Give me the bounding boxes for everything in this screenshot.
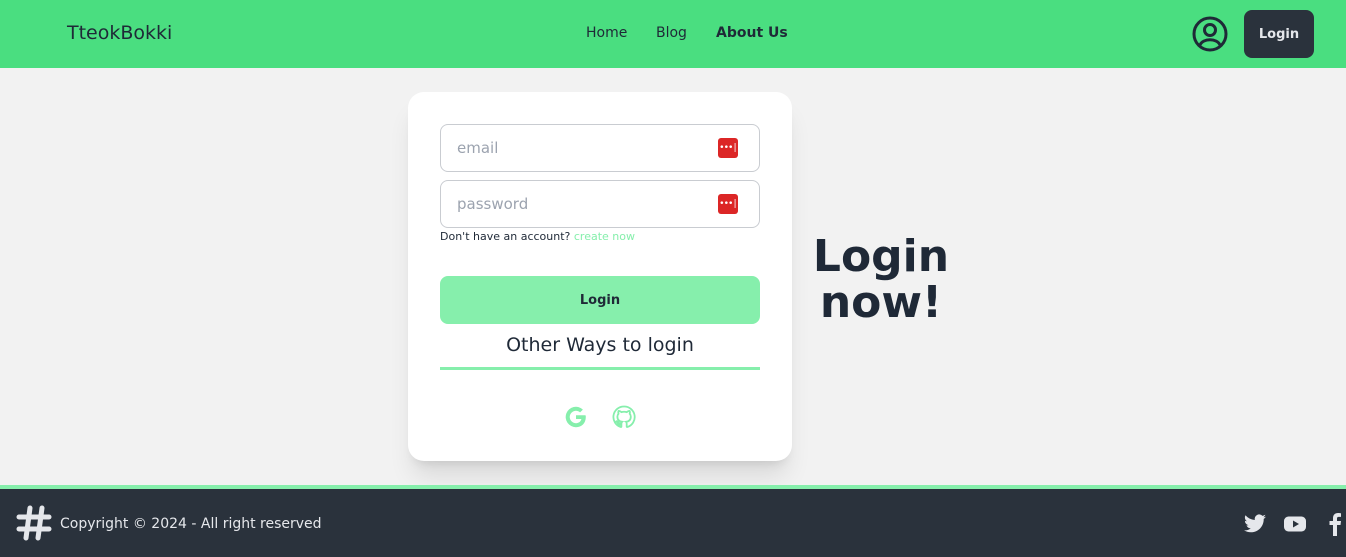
email-field: •••| (440, 124, 760, 172)
email-input[interactable] (457, 125, 707, 171)
google-icon[interactable] (564, 405, 588, 429)
signup-prompt-text: Don't have an account? (440, 230, 571, 243)
password-manager-icon[interactable]: •••| (718, 194, 738, 214)
create-account-link[interactable]: create now (574, 230, 635, 243)
nav-link-about-us[interactable]: About Us (716, 25, 788, 41)
user-circle-icon[interactable] (1192, 16, 1228, 52)
login-card: •••| •••| Don't have an account? create … (408, 92, 792, 461)
hashtag-logo-icon (16, 505, 52, 541)
facebook-icon[interactable] (1323, 512, 1346, 536)
navbar: TteokBokki Home Blog About Us Login (0, 0, 1346, 68)
divider (440, 367, 760, 370)
signup-prompt: Don't have an account? create now (440, 230, 635, 243)
hero-title-line-2: now! (819, 277, 943, 328)
hero-title-line-1: Login (812, 231, 950, 282)
copyright-text: Copyright © 2024 - All right reserved (60, 516, 322, 532)
other-ways-heading: Other Ways to login (506, 334, 694, 356)
brand-logo[interactable]: TteokBokki (67, 22, 172, 44)
twitter-icon[interactable] (1243, 512, 1267, 536)
nav-login-button[interactable]: Login (1244, 10, 1314, 58)
nav-link-blog[interactable]: Blog (656, 25, 687, 41)
password-field: •••| (440, 180, 760, 228)
login-submit-button[interactable]: Login (440, 276, 760, 324)
github-icon[interactable] (612, 405, 636, 429)
youtube-icon[interactable] (1283, 512, 1307, 536)
hero-title: Login now! (811, 234, 951, 326)
password-input[interactable] (457, 181, 707, 227)
footer: Copyright © 2024 - All right reserved (0, 485, 1346, 557)
nav-link-home[interactable]: Home (586, 25, 627, 41)
password-manager-icon[interactable]: •••| (718, 138, 738, 158)
